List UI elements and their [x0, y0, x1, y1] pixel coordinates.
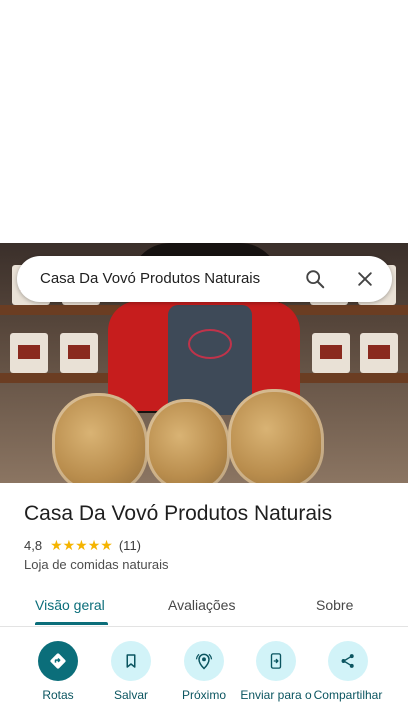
nearby-button[interactable]: Próximo — [168, 641, 240, 702]
tab-about[interactable]: Sobre — [316, 597, 353, 613]
directions-icon — [50, 653, 66, 669]
search-bar[interactable]: Casa Da Vovó Produtos Naturais — [17, 256, 392, 302]
review-count[interactable]: (11) — [119, 538, 141, 553]
close-icon[interactable] — [355, 269, 375, 289]
share-label: Compartilhar — [313, 688, 383, 702]
bookmark-icon — [126, 654, 136, 668]
tab-overview[interactable]: Visão geral — [35, 597, 105, 613]
tab-reviews[interactable]: Avaliações — [168, 597, 235, 613]
directions-button[interactable]: Rotas — [22, 641, 94, 702]
nearby-label: Próximo — [181, 688, 226, 702]
search-input[interactable]: Casa Da Vovó Produtos Naturais — [40, 270, 260, 287]
send-to-phone-label: Enviar para o — [240, 688, 312, 702]
star-rating-icon: ★★★★★ — [50, 536, 113, 553]
map-area-blank — [0, 0, 408, 243]
rating-row[interactable]: 4,8 ★★★★★ (11) — [24, 537, 141, 553]
nearby-icon — [195, 653, 213, 670]
send-to-phone-icon — [270, 653, 282, 669]
place-category: Loja de comidas naturais — [24, 557, 169, 572]
share-icon — [341, 654, 354, 668]
tab-bar: Visão geral Avaliações Sobre — [0, 587, 408, 627]
search-icon[interactable] — [304, 268, 326, 290]
directions-label: Rotas — [42, 688, 74, 702]
rating-value: 4,8 — [24, 537, 43, 553]
active-tab-indicator — [35, 622, 108, 625]
share-button[interactable]: Compartilhar — [312, 641, 384, 702]
save-button[interactable]: Salvar — [95, 641, 167, 702]
save-label: Salvar — [113, 688, 148, 702]
send-to-phone-button[interactable]: Enviar para o — [240, 641, 312, 702]
place-title: Casa Da Vovó Produtos Naturais — [24, 502, 333, 525]
